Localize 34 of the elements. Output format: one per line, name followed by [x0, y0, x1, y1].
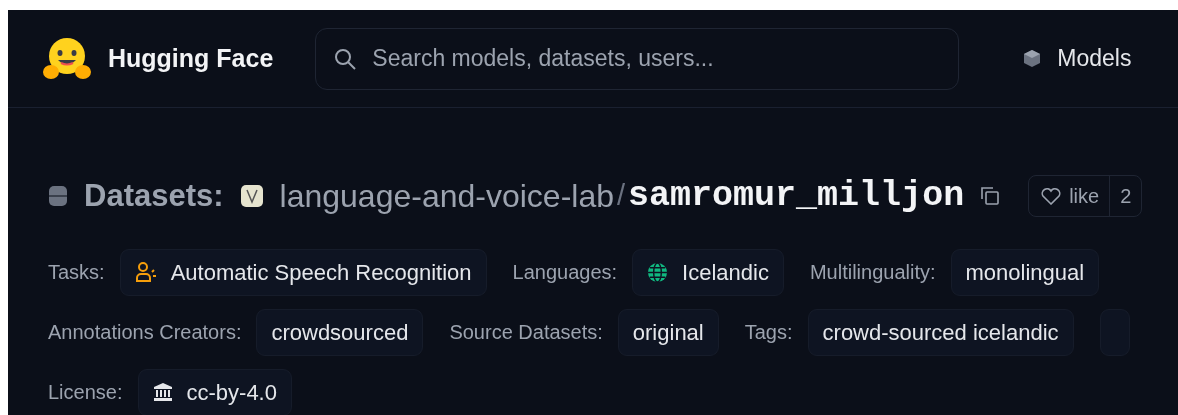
cube-icon	[1023, 49, 1042, 68]
nav-link[interactable]: Models	[1023, 41, 1132, 76]
like-count: 2	[1109, 176, 1142, 216]
tag-group-label: License:	[48, 380, 123, 405]
tag-chip[interactable]: Automatic Speech Recognition	[119, 248, 487, 296]
tag-group-label: Multilinguality:	[809, 260, 936, 285]
bank-icon	[152, 382, 173, 402]
globe-icon	[647, 261, 669, 283]
tag-group-label: Tags:	[744, 320, 793, 345]
like-button[interactable]: like 2	[1028, 175, 1143, 217]
tag-group-label: Annotations Creators:	[48, 320, 242, 345]
tag-chip[interactable]: crowdsourced	[256, 308, 424, 356]
tag-chip[interactable]: Icelandic	[632, 248, 784, 296]
owner-link[interactable]: language-and-voice-lab	[279, 172, 614, 220]
section-title: Datasets:	[84, 176, 224, 215]
dataset-name[interactable]: samromur_milljon	[628, 169, 965, 223]
speaking-person-icon	[134, 261, 157, 283]
copy-icon[interactable]	[980, 186, 1001, 206]
tag-chip[interactable]: crowd-sourced icelandic	[807, 308, 1074, 356]
database-icon	[48, 185, 68, 207]
path-separator: /	[617, 178, 626, 214]
tag-chip[interactable]: original	[617, 308, 719, 356]
tag-chip[interactable]: cc-by-4.0	[137, 368, 292, 415]
tag-group-label: Source Datasets:	[449, 320, 603, 345]
site-name[interactable]: Hugging Face	[108, 39, 274, 78]
search-icon	[333, 46, 358, 71]
tag-group-label: Tasks:	[48, 260, 105, 285]
hugging-emoji-logo[interactable]	[43, 37, 91, 79]
heart-icon	[1041, 187, 1062, 205]
tag-group-label: Languages:	[512, 260, 618, 285]
search-field[interactable]: Search models, datasets, users...	[315, 27, 960, 90]
organization-avatar	[239, 184, 264, 208]
like-label: like	[1069, 184, 1100, 209]
tag-chip[interactable]: monolingual	[950, 248, 1100, 296]
